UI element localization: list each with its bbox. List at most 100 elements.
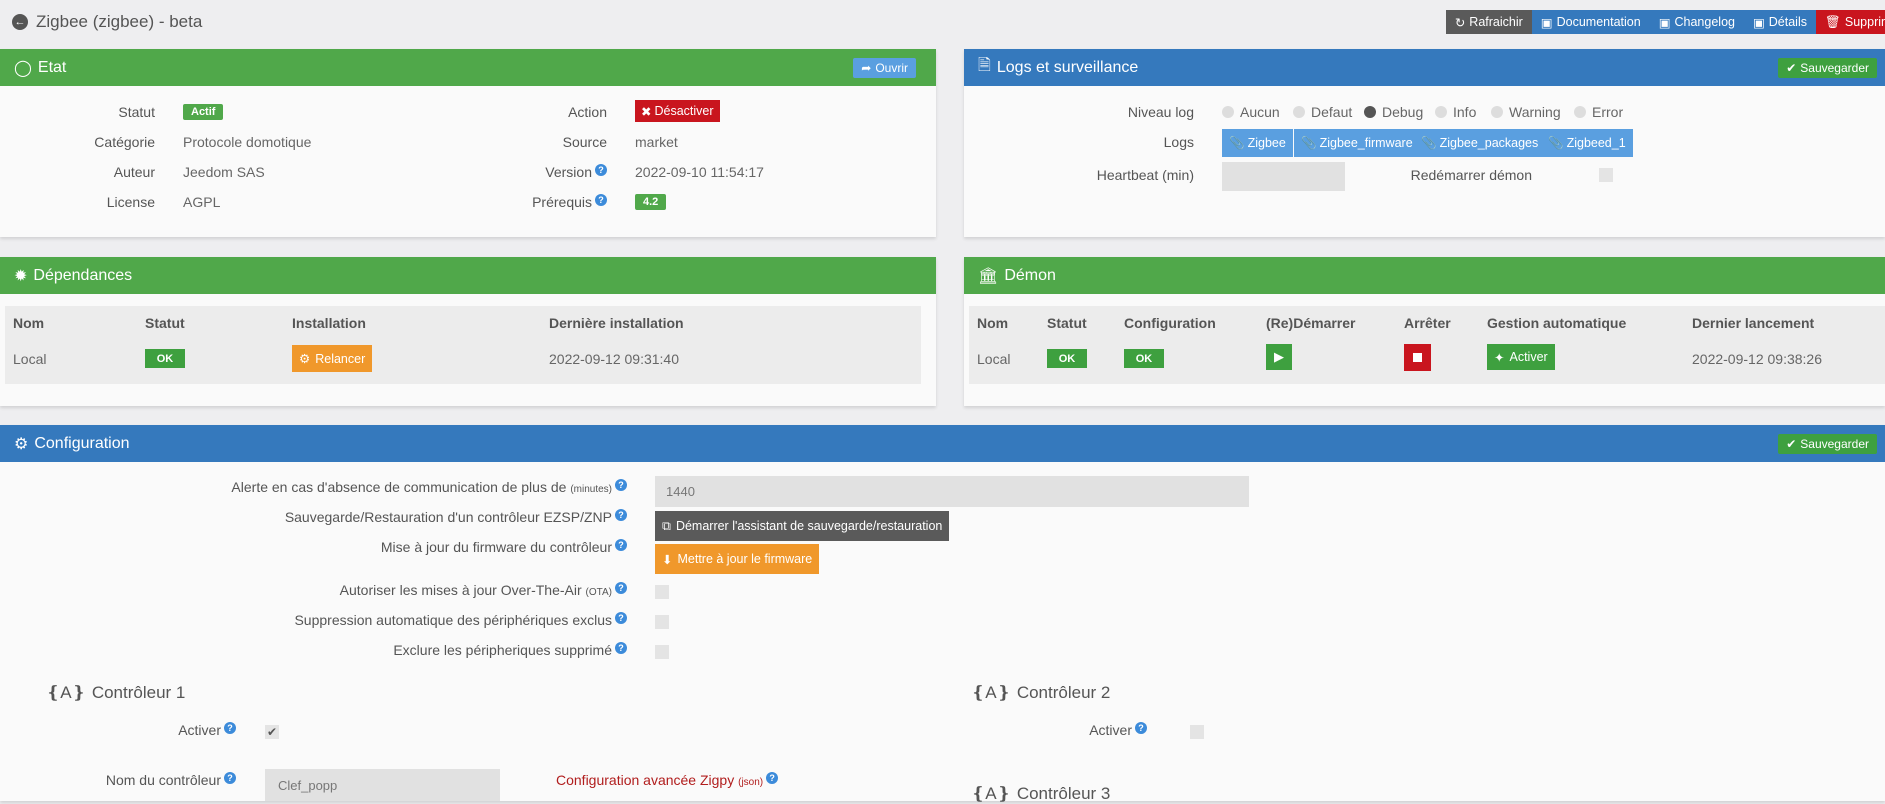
controller-2-title: ❴A❵ Contrôleur 2 — [971, 683, 1111, 702]
config-title: Configuration — [34, 434, 130, 452]
help-icon[interactable]: ? — [224, 772, 236, 784]
categorie-value: Protocole domotique — [183, 134, 312, 150]
antenna-icon: ❴A❵ — [971, 784, 1011, 803]
file-icon: 🗎 — [978, 57, 991, 74]
level-info[interactable]: Info — [1435, 104, 1476, 120]
help-icon[interactable]: ? — [595, 164, 607, 176]
activer-label: Activer? — [0, 722, 236, 738]
help-icon[interactable]: ? — [766, 772, 779, 784]
nom-controleur-label: Nom du contrôleur? — [0, 772, 236, 788]
radio-icon — [1574, 106, 1586, 118]
logs-save-button[interactable]: ✔ Sauvegarder — [1778, 58, 1877, 78]
prerequis-label: Prérequis? — [440, 194, 607, 210]
restart-daemon-checkbox[interactable] — [1599, 168, 1613, 182]
level-debug[interactable]: Debug — [1364, 104, 1423, 120]
logs-label: Logs — [1163, 134, 1194, 150]
prerequis-badge: 4.2 — [635, 194, 667, 210]
exclude-checkbox[interactable] — [655, 645, 669, 659]
help-icon[interactable]: ? — [615, 509, 627, 521]
level-error[interactable]: Error — [1574, 104, 1623, 120]
documentation-button[interactable]: ▣ Documentation — [1531, 10, 1650, 34]
advanced-config-label: Configuration avancée Zigpy (json)? — [556, 772, 779, 788]
source-label: Source — [562, 134, 607, 150]
col-configuration: Configuration — [1124, 315, 1216, 331]
ota-checkbox[interactable] — [655, 585, 669, 599]
download-icon: ⬇ — [662, 552, 673, 567]
radio-icon — [1491, 106, 1503, 118]
restart-daemon-label: Redémarrer démon — [1410, 167, 1532, 183]
radio-icon — [1293, 106, 1305, 118]
details-button[interactable]: ▣ Détails — [1743, 10, 1816, 34]
relancer-button[interactable]: ⚙ Relancer — [292, 345, 373, 372]
auto-delete-checkbox[interactable] — [655, 615, 669, 629]
level-defaut[interactable]: Defaut — [1293, 104, 1352, 120]
deps-last-install: 2022-09-12 09:31:40 — [549, 351, 679, 367]
help-icon[interactable]: ? — [595, 194, 607, 206]
help-icon[interactable]: ? — [615, 612, 627, 624]
magic-icon: ✦ — [1494, 350, 1505, 365]
demon-title: Démon — [1004, 266, 1056, 284]
exclude-label: Exclure les péripheriques supprimé? — [0, 642, 627, 658]
col-gestion-auto: Gestion automatique — [1487, 315, 1627, 331]
antenna-icon: ❴A❵ — [46, 683, 86, 702]
etat-title: Etat — [37, 58, 67, 76]
refresh-circle-icon: ◯ — [14, 59, 32, 77]
controller-name-input[interactable]: Clef_popp — [265, 769, 500, 801]
deps-row-nom: Local — [13, 351, 47, 367]
config-save-button[interactable]: ✔ Sauvegarder — [1778, 434, 1877, 454]
log-zigbee-packages-button[interactable]: 📎 Zigbee_packages — [1414, 129, 1546, 157]
col-dernier-lancement: Dernier lancement — [1692, 315, 1815, 331]
alert-minutes-input[interactable]: 1440 — [655, 476, 1249, 507]
deps-title: Dépendances — [33, 266, 133, 284]
statut-label: Statut — [118, 104, 155, 120]
log-zigbee-button[interactable]: 📎 Zigbee — [1222, 129, 1293, 157]
changelog-button[interactable]: ▣ Changelog — [1649, 10, 1744, 34]
activer-auto-button[interactable]: ✦ Activer — [1487, 344, 1555, 370]
col-statut: Statut — [145, 315, 185, 331]
desactiver-button[interactable]: ✖ Désactiver — [635, 100, 720, 122]
help-icon[interactable]: ? — [615, 642, 627, 654]
col-nom: Nom — [977, 315, 1009, 331]
bicycle-icon: ⚙ — [299, 352, 311, 366]
col-derniere-installation: Dernière installation — [549, 315, 684, 331]
refresh-icon: ↻ — [1454, 15, 1466, 30]
controller-2-activer-checkbox[interactable] — [1190, 725, 1204, 739]
alert-label: Alerte en cas d'absence de communication… — [0, 479, 627, 495]
start-daemon-button[interactable]: ▶ — [1266, 344, 1292, 370]
top-toolbar: ↻ Rafraichir ▣ Documentation ▣ Changelog ▣ D… — [1445, 10, 1885, 34]
level-warning[interactable]: Warning — [1491, 104, 1561, 120]
back-arrow-icon[interactable]: ← — [12, 14, 28, 30]
controller-1-title: ❴A❵ Contrôleur 1 — [46, 683, 186, 702]
page-title: Zigbee (zigbee) - beta — [36, 12, 203, 31]
controller-3-title: ❴A❵ Contrôleur 3 — [971, 784, 1111, 803]
radio-selected-icon — [1364, 106, 1376, 118]
backup-label: Sauvegarde/Restauration d'un contrôleur … — [0, 509, 627, 525]
config-panel: ⚙ Configuration ✔ Sauvegarder Alerte en c… — [0, 425, 1885, 803]
etat-header: ◯ Etat ➦ Ouvrir — [0, 49, 936, 86]
log-zigbeed-button[interactable]: 📎 Zigbeed_1 — [1541, 129, 1633, 157]
categorie-label: Catégorie — [94, 134, 155, 150]
stop-daemon-button[interactable] — [1404, 344, 1431, 371]
help-icon[interactable]: ? — [615, 582, 627, 594]
heartbeat-input[interactable] — [1222, 162, 1345, 191]
help-icon[interactable]: ? — [615, 479, 627, 491]
backup-restore-button[interactable]: ⧉ Démarrer l'assistant de sauvegarde/rest… — [655, 511, 950, 541]
refresh-button[interactable]: ↻ Rafraichir — [1445, 10, 1532, 34]
config-header: ⚙ Configuration ✔ Sauvegarder — [0, 425, 1885, 462]
update-firmware-button[interactable]: ⬇ Mettre à jour le firmware — [655, 544, 820, 574]
demon-status-badge: OK — [1047, 349, 1087, 368]
share-icon: ➦ — [861, 61, 872, 75]
help-icon[interactable]: ? — [1135, 722, 1147, 734]
level-aucun[interactable]: Aucun — [1222, 104, 1280, 120]
help-icon[interactable]: ? — [224, 722, 236, 734]
help-icon[interactable]: ? — [615, 539, 627, 551]
delete-button[interactable]: 🗑Supprimer — [1816, 10, 1885, 34]
col-nom: Nom — [13, 315, 45, 331]
license-value: AGPL — [183, 194, 221, 210]
controller-1-activer-checkbox[interactable]: ✔ — [265, 725, 279, 739]
check-circle-icon: ✔ — [1786, 61, 1797, 75]
open-button[interactable]: ➦ Ouvrir — [853, 58, 916, 78]
log-zigbee-firmware-button[interactable]: 📎 Zigbee_firmware — [1294, 129, 1420, 157]
demon-last-launch: 2022-09-12 09:38:26 — [1692, 351, 1822, 367]
ota-label: Autoriser les mises à jour Over-The-Air … — [0, 582, 627, 598]
